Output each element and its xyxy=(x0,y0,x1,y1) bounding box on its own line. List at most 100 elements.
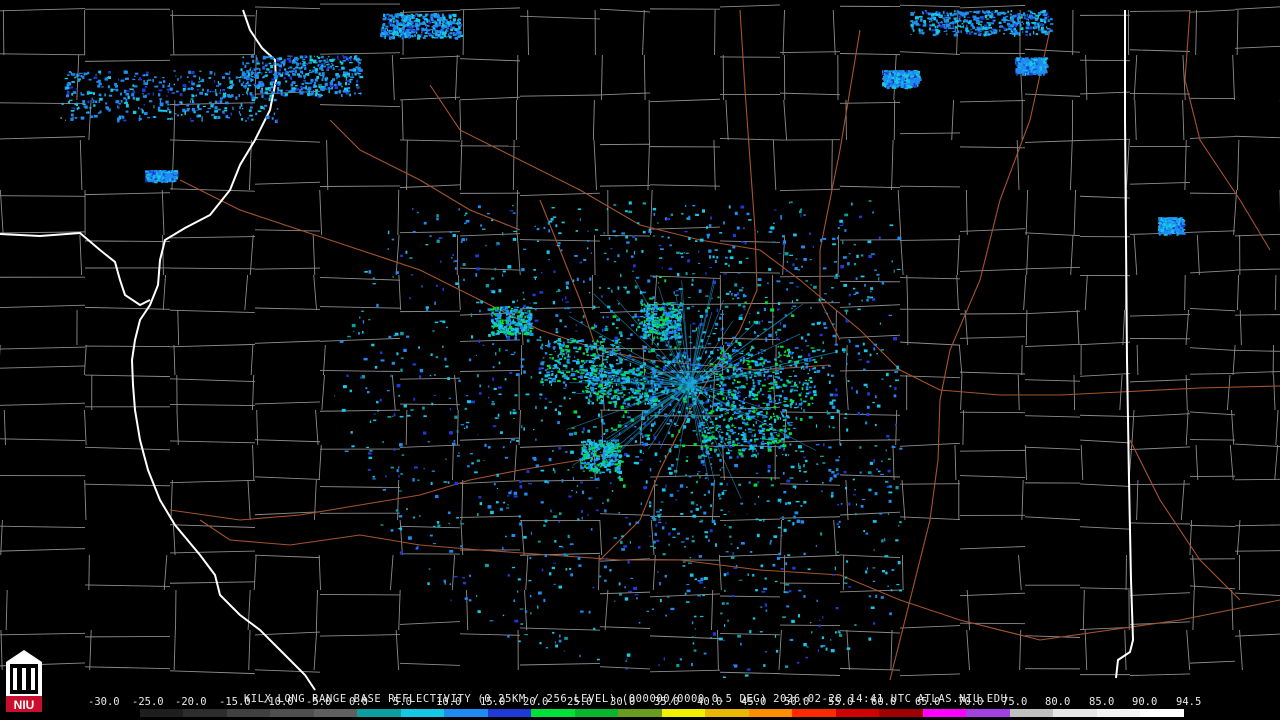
echo-speck xyxy=(641,303,644,306)
echo-speck xyxy=(603,340,605,343)
echo-speck xyxy=(694,578,698,581)
echo-speck xyxy=(208,77,212,79)
echo-speck xyxy=(796,299,799,302)
echo-speck xyxy=(630,333,633,336)
echo-speck xyxy=(679,343,681,346)
echo-speck xyxy=(223,109,228,112)
echo-speck xyxy=(787,501,791,505)
echo-speck xyxy=(507,265,512,269)
echo-speck xyxy=(681,256,684,258)
echo-speck xyxy=(99,97,103,101)
echo-speck xyxy=(350,431,353,434)
echo-speck xyxy=(742,362,744,364)
echo-speck xyxy=(362,320,365,324)
echo-speck xyxy=(70,113,74,117)
echo-speck xyxy=(589,374,593,377)
echo-speck xyxy=(607,385,610,387)
echo-speck xyxy=(753,483,758,487)
echo-speck xyxy=(598,575,602,578)
echo-speck xyxy=(746,513,748,515)
echo-speck xyxy=(790,422,793,424)
echo-speck xyxy=(776,334,777,336)
echo-speck xyxy=(895,423,897,427)
echo-speck xyxy=(583,280,585,283)
echo-speck xyxy=(367,391,370,394)
echo-speck xyxy=(884,555,889,558)
echo-speck xyxy=(118,115,122,118)
echo-speck xyxy=(637,318,640,322)
echo-speck xyxy=(724,589,726,592)
echo-speck xyxy=(755,589,758,592)
echo-speck xyxy=(676,326,680,328)
echo-speck xyxy=(763,361,766,365)
echo-speck xyxy=(815,424,818,428)
echo-speck xyxy=(720,431,724,433)
echo-speck xyxy=(581,441,584,444)
echo-speck xyxy=(474,471,478,474)
echo-speck xyxy=(123,70,128,74)
echo-speck xyxy=(569,311,572,313)
echo-speck xyxy=(603,565,607,569)
echo-speck xyxy=(153,116,156,118)
echo-speck xyxy=(563,387,567,389)
echo-speck xyxy=(60,117,62,119)
echo-speck xyxy=(449,583,451,586)
echo-speck xyxy=(636,328,638,332)
echo-speck xyxy=(813,285,817,289)
echo-speck xyxy=(816,463,819,466)
echo-speck xyxy=(393,334,397,337)
echo-speck xyxy=(770,308,775,312)
echo-speck xyxy=(578,380,583,383)
echo-speck xyxy=(570,573,573,577)
echo-speck xyxy=(893,394,897,398)
echo-speck xyxy=(648,350,651,353)
echo-speck xyxy=(748,219,752,221)
echo-speck xyxy=(452,234,456,237)
echo-speck xyxy=(586,350,589,353)
echo-speck xyxy=(623,414,625,418)
echo-speck xyxy=(686,307,690,310)
echo-speck xyxy=(553,583,556,585)
echo-speck xyxy=(746,212,750,216)
echo-speck xyxy=(614,600,616,602)
echo-speck xyxy=(532,456,537,460)
echo-speck xyxy=(94,114,98,118)
echo-speck xyxy=(748,481,751,484)
echo-speck xyxy=(385,475,387,478)
echo-speck xyxy=(469,358,472,362)
echo-speck xyxy=(476,267,480,271)
echo-speck xyxy=(824,293,827,295)
echo-speck xyxy=(454,481,459,486)
echo-speck xyxy=(395,271,399,274)
echo-speck xyxy=(621,416,623,418)
echo-speck xyxy=(136,97,140,101)
echo-speck xyxy=(390,529,394,532)
echo-speck xyxy=(566,307,570,310)
echo-speck xyxy=(190,86,194,91)
echo-speck xyxy=(684,230,688,233)
echo-speck xyxy=(781,535,783,537)
echo-speck xyxy=(741,438,743,440)
echo-speck xyxy=(782,616,786,619)
echo-speck xyxy=(139,77,141,79)
echo-speck xyxy=(772,241,776,243)
echo-speck xyxy=(747,428,752,431)
echo-speck xyxy=(679,484,684,488)
echo-speck xyxy=(633,461,636,465)
echo-speck xyxy=(653,546,656,549)
echo-speck xyxy=(442,320,446,324)
echo-speck xyxy=(783,416,786,418)
echo-speck xyxy=(780,321,782,326)
echo-speck xyxy=(555,224,558,228)
echo-speck xyxy=(466,421,470,424)
echo-speck xyxy=(836,551,839,553)
echo-speck xyxy=(732,298,735,300)
echo-speck xyxy=(425,306,429,309)
echo-speck xyxy=(601,396,604,399)
echo-speck xyxy=(180,114,183,116)
echo-speck xyxy=(768,374,773,377)
echo-speck xyxy=(715,408,719,412)
echo-speck xyxy=(521,329,525,332)
echo-speck xyxy=(260,107,265,109)
echo-speck xyxy=(758,519,762,522)
